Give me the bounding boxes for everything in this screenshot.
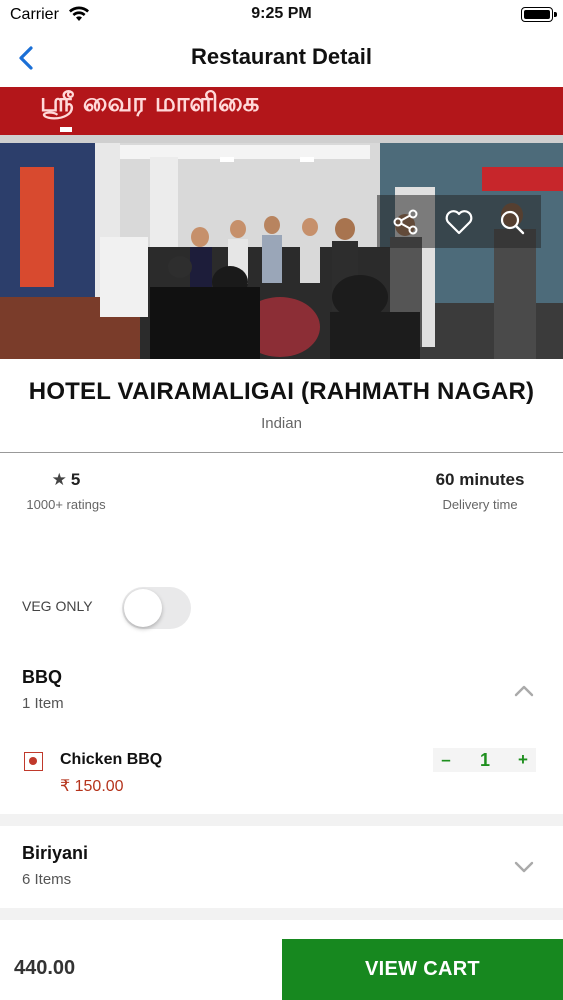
photo-action-bar — [377, 195, 541, 248]
category-name: Biriyani — [22, 843, 89, 863]
clock: 9:25 PM — [251, 5, 312, 22]
status-bar: Carrier 9:25 PM — [0, 0, 563, 30]
cuisine-label: Indian — [261, 415, 302, 432]
hero-sign-text: ஸ்ரீ வைர மாளிகை — [40, 88, 260, 120]
veg-only-toggle[interactable] — [122, 587, 191, 629]
category-bbq[interactable]: BBQ 1 Item — [0, 650, 563, 740]
share-icon[interactable] — [391, 207, 421, 237]
category-item-count: 1 Item — [22, 695, 64, 712]
nav-bar: Restaurant Detail — [0, 30, 563, 86]
rating-block: ★ 5 1000+ ratings — [20, 470, 112, 512]
increase-quantity-button[interactable]: + — [510, 748, 536, 772]
restaurant-name: HOTEL VAIRAMALIGAI (RAHMATH NAGAR) — [28, 378, 535, 405]
delivery-block: 60 minutes Delivery time — [420, 470, 540, 512]
search-icon[interactable] — [497, 207, 527, 237]
delivery-time-value: 60 minutes — [435, 470, 525, 489]
page-title: Restaurant Detail — [191, 44, 372, 69]
decrease-quantity-button[interactable]: – — [433, 748, 459, 772]
quantity-stepper: – 1 + — [433, 748, 536, 772]
view-cart-button[interactable]: VIEW CART — [282, 939, 563, 1000]
category-biriyani[interactable]: Biriyani 6 Items — [0, 826, 563, 908]
battery-icon — [521, 7, 557, 22]
section-divider — [0, 814, 563, 826]
heart-icon[interactable] — [444, 207, 474, 237]
non-veg-indicator-icon — [24, 752, 43, 771]
menu-item-name: Chicken BBQ — [60, 751, 163, 768]
category-name: BBQ — [22, 667, 62, 687]
chevron-down-icon[interactable] — [513, 860, 535, 874]
chevron-up-icon[interactable] — [513, 684, 535, 698]
quantity-value: 1 — [479, 750, 490, 770]
veg-only-label: VEG ONLY — [22, 598, 93, 614]
cart-bar: 440.00 VIEW CART — [0, 920, 563, 1000]
menu-item-row: Chicken BBQ ₹ 150.00 – 1 + — [0, 740, 563, 810]
divider — [0, 452, 563, 453]
star-icon: ★ — [51, 470, 67, 489]
rating-count-label: 1000+ ratings — [26, 497, 106, 512]
category-item-count: 6 Items — [22, 871, 72, 888]
menu-item-price: ₹ 150.00 — [60, 778, 124, 795]
restaurant-photo: ஸ்ரீ வைர மாளிகை — [0, 87, 563, 359]
section-divider — [0, 908, 563, 920]
cart-total: 440.00 — [14, 957, 76, 979]
delivery-time-label: Delivery time — [442, 497, 518, 512]
rating-value: 5 — [70, 470, 81, 489]
toggle-knob — [124, 589, 162, 627]
